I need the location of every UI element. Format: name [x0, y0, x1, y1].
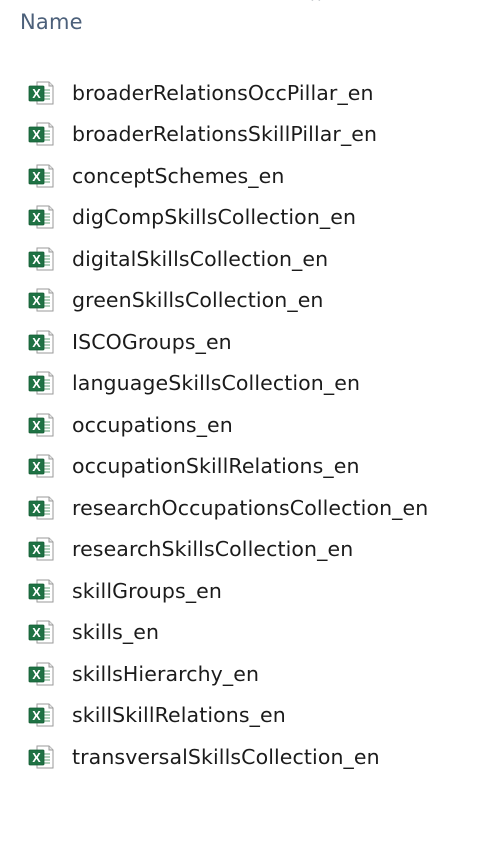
file-row[interactable]: ISCOGroups_en — [28, 321, 488, 363]
excel-csv-icon — [28, 371, 54, 395]
file-row[interactable]: researchOccupationsCollection_en — [28, 487, 488, 529]
file-name: skillsHierarchy_en — [72, 661, 260, 686]
excel-csv-icon — [28, 205, 54, 229]
excel-csv-icon — [28, 247, 54, 271]
excel-csv-icon — [28, 537, 54, 561]
file-name: broaderRelationsOccPillar_en — [72, 80, 374, 105]
excel-csv-icon — [28, 662, 54, 686]
file-name: skills_en — [72, 620, 160, 645]
excel-csv-icon — [28, 413, 54, 437]
file-name: ISCOGroups_en — [72, 329, 232, 354]
excel-csv-icon — [28, 164, 54, 188]
column-header-label: Name — [20, 10, 83, 34]
file-name: conceptSchemes_en — [72, 163, 285, 188]
file-row[interactable]: digCompSkillsCollection_en — [28, 197, 488, 239]
file-name: greenSkillsCollection_en — [72, 288, 324, 313]
file-row[interactable]: researchSkillsCollection_en — [28, 529, 488, 571]
excel-csv-icon — [28, 81, 54, 105]
file-row[interactable]: transversalSkillsCollection_en — [28, 736, 488, 778]
file-name: skillSkillRelations_en — [72, 703, 286, 728]
file-row[interactable]: conceptSchemes_en — [28, 155, 488, 197]
file-row[interactable]: broaderRelationsOccPillar_en — [28, 72, 488, 114]
excel-csv-icon — [28, 620, 54, 644]
file-name: occupationSkillRelations_en — [72, 454, 360, 479]
file-name: researchOccupationsCollection_en — [72, 495, 429, 520]
file-row[interactable]: skillGroups_en — [28, 570, 488, 612]
file-name: researchSkillsCollection_en — [72, 537, 354, 562]
file-row[interactable]: languageSkillsCollection_en — [28, 363, 488, 405]
file-name: transversalSkillsCollection_en — [72, 744, 380, 769]
excel-csv-icon — [28, 122, 54, 146]
file-row[interactable]: occupations_en — [28, 404, 488, 446]
excel-csv-icon — [28, 703, 54, 727]
excel-csv-icon — [28, 330, 54, 354]
file-name: languageSkillsCollection_en — [72, 371, 361, 396]
excel-csv-icon — [28, 454, 54, 478]
file-row[interactable]: broaderRelationsSkillPillar_en — [28, 114, 488, 156]
file-list: broaderRelationsOccPillar_en broaderRela… — [28, 72, 488, 778]
file-row[interactable]: skills_en — [28, 612, 488, 654]
file-name: skillGroups_en — [72, 578, 222, 603]
file-row[interactable]: skillSkillRelations_en — [28, 695, 488, 737]
excel-csv-icon — [28, 745, 54, 769]
file-row[interactable]: greenSkillsCollection_en — [28, 280, 488, 322]
excel-csv-icon — [28, 579, 54, 603]
file-name: digCompSkillsCollection_en — [72, 205, 357, 230]
file-name: broaderRelationsSkillPillar_en — [72, 122, 378, 147]
file-name: digitalSkillsCollection_en — [72, 246, 329, 271]
file-name: occupations_en — [72, 412, 233, 437]
excel-csv-icon — [28, 496, 54, 520]
column-header-name[interactable]: ^ Name — [14, 0, 484, 38]
file-row[interactable]: occupationSkillRelations_en — [28, 446, 488, 488]
sort-indicator: ^ — [310, 0, 322, 11]
excel-csv-icon — [28, 288, 54, 312]
file-row[interactable]: digitalSkillsCollection_en — [28, 238, 488, 280]
file-row[interactable]: skillsHierarchy_en — [28, 653, 488, 695]
